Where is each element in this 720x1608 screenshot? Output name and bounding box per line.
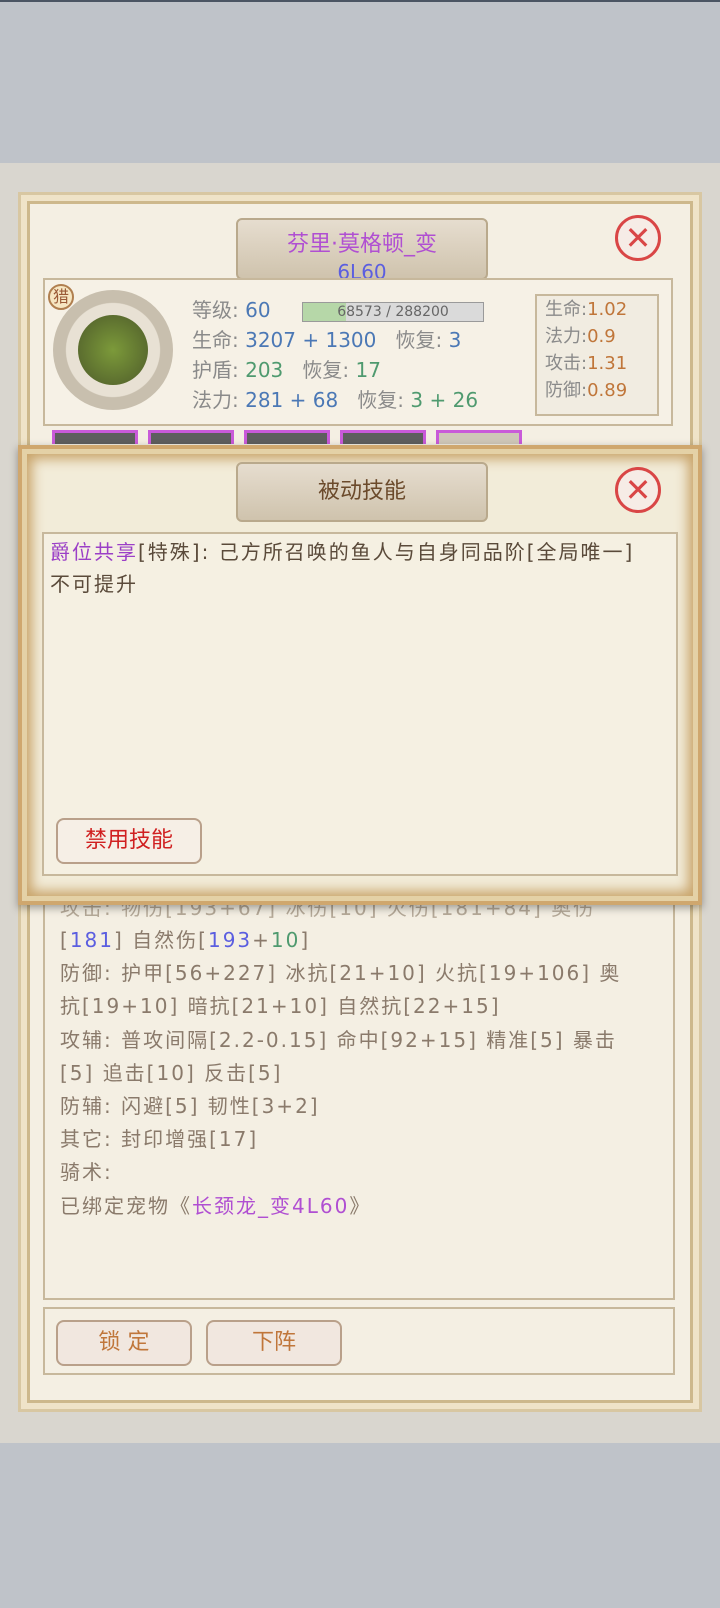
skill-name: 爵位共享 — [50, 540, 138, 564]
skill-slot[interactable] — [52, 430, 138, 444]
skill-note: 不可提升 — [50, 572, 138, 596]
attr-attack-line-2: [181] 自然伤[193+10] — [60, 928, 311, 952]
skill-slot[interactable] — [436, 430, 522, 444]
skill-description: 爵位共享[特殊]: 己方所召唤的鱼人与自身同品阶[全局唯一] 不可提升 — [50, 536, 660, 600]
pet-name: 芬里·莫格顿_变 — [287, 232, 437, 257]
bound-pet-line: 已绑定宠物《长颈龙_变4L60》 — [60, 1194, 372, 1218]
attr-other-line: 其它: 封印增强[17] — [60, 1127, 259, 1151]
attr-defense-aux-line: 防辅: 闪避[5] 韧性[3+2] — [60, 1094, 320, 1118]
attr-defense-line: 防御: 护甲[56+227] 冰抗[21+10] 火抗[19+106] 奥 — [60, 961, 622, 985]
ratio-hp: 生命:1.02 — [545, 299, 628, 320]
ratio-defense: 防御:0.89 — [545, 380, 628, 401]
close-icon: ✕ — [624, 471, 652, 509]
level-row: 等级: 60 — [192, 298, 271, 322]
growth-ratio-box: 生命:1.02 法力:0.9 攻击:1.31 防御:0.89 — [535, 294, 659, 416]
exp-text: 68573 / 288200 — [337, 304, 449, 320]
exp-bar: 68573 / 288200 — [302, 302, 484, 322]
hp-row: 生命: 3207 + 1300 恢复: 3 — [192, 328, 462, 352]
skill-slot[interactable] — [244, 430, 330, 444]
fishman-portrait-icon — [78, 315, 148, 385]
mana-row: 法力: 281 + 68 恢复: 3 + 26 — [192, 388, 479, 412]
skill-desc: [特殊]: 己方所召唤的鱼人与自身同品阶[全局唯一] — [138, 540, 635, 564]
ratio-attack: 攻击:1.31 — [545, 353, 628, 374]
class-badge: 猎 — [48, 284, 74, 310]
top-border — [0, 0, 720, 2]
ratio-mana: 法力:0.9 — [545, 326, 616, 347]
close-panel-button[interactable]: ✕ — [615, 215, 661, 261]
pet-avatar[interactable] — [53, 290, 173, 410]
disable-skill-button[interactable]: 禁用技能 — [56, 818, 202, 864]
bound-pet-link[interactable]: 长颈龙_变4L60 — [192, 1194, 349, 1218]
shield-row: 护盾: 203 恢复: 17 — [192, 358, 381, 382]
close-icon: ✕ — [624, 219, 652, 257]
attr-attack-aux-line: 攻辅: 普攻间隔[2.2-0.15] 命中[92+15] 精准[5] 暴击 — [60, 1028, 617, 1052]
skill-slot[interactable] — [148, 430, 234, 444]
attr-riding-line: 骑术: — [60, 1160, 113, 1184]
attr-attack-aux-line-2: [5] 追击[10] 反击[5] — [60, 1061, 283, 1085]
level-value: 60 — [245, 298, 271, 322]
skill-slot[interactable] — [340, 430, 426, 444]
unassign-button[interactable]: 下阵 — [206, 1320, 342, 1366]
title-plaque: 芬里·莫格顿_变 6L60 — [236, 218, 488, 284]
close-popup-button[interactable]: ✕ — [615, 467, 661, 513]
attr-defense-line-2: 抗[19+10] 暗抗[21+10] 自然抗[22+15] — [60, 994, 501, 1018]
popup-title: 被动技能 — [236, 462, 488, 522]
lock-button[interactable]: 锁 定 — [56, 1320, 192, 1366]
